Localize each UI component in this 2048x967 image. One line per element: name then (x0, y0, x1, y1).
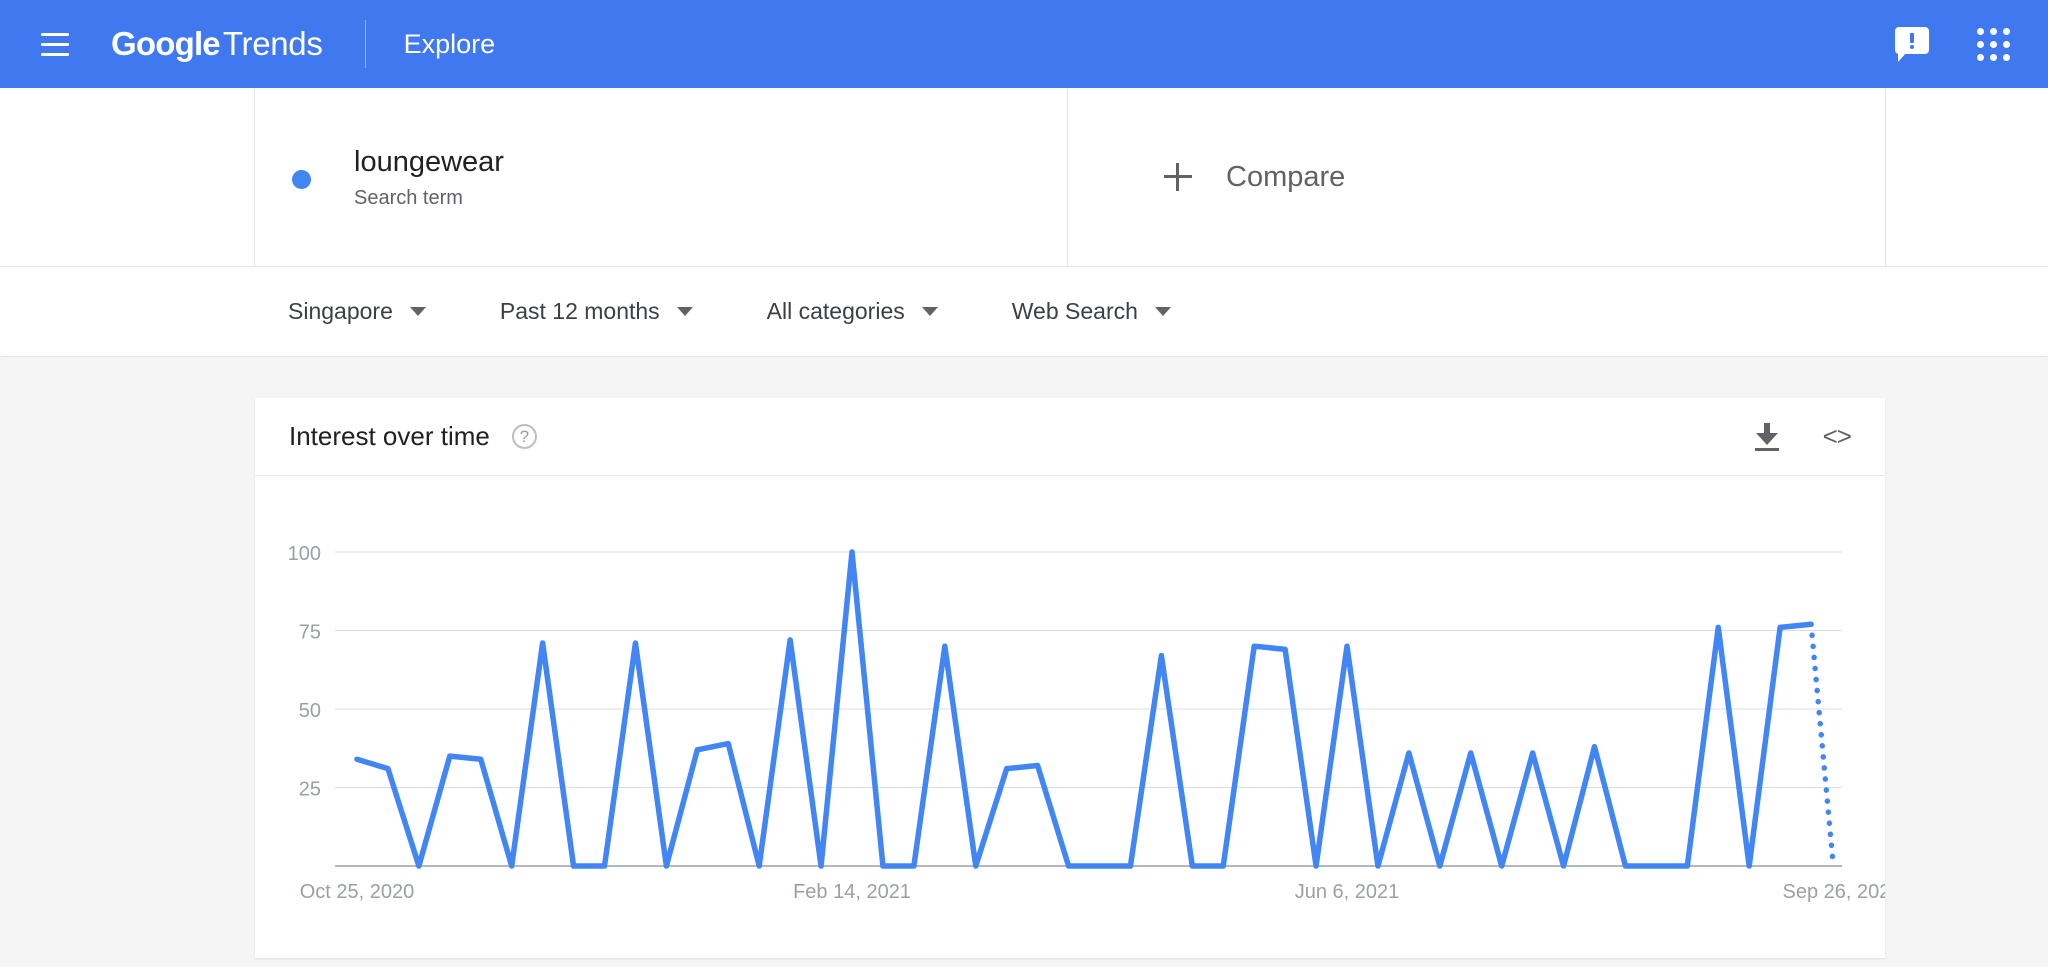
hamburger-menu-icon[interactable] (32, 21, 78, 67)
svg-text:100: 100 (288, 543, 321, 565)
brand-trends-text: Trends (222, 25, 323, 62)
explore-nav-link[interactable]: Explore (404, 29, 496, 60)
search-term-subtitle: Search term (354, 187, 463, 210)
search-terms-row: loungewear Search term Compare (0, 88, 2048, 266)
terms-left-gutter (0, 88, 255, 266)
svg-text:Oct 25, 2020: Oct 25, 2020 (300, 881, 415, 903)
embed-code-icon[interactable]: <> (1823, 421, 1852, 452)
brand-google-text: Google (111, 25, 221, 62)
series-color-dot (292, 169, 311, 189)
search-term-card-0[interactable]: loungewear Search term (255, 88, 1068, 266)
interest-over-time-line-chart[interactable]: 25 50 75 100 Oct 25, 2020 Feb 14, 2021 Jun 6, … (255, 476, 1885, 958)
feedback-icon (1895, 27, 1929, 62)
chart-area: 25 50 75 100 Oct 25, 2020 Feb 14, 2021 Jun 6, … (255, 476, 1885, 958)
filter-location-label: Singapore (288, 298, 393, 324)
filter-search-type-label: Web Search (1011, 298, 1138, 324)
svg-text:Feb 14, 2021: Feb 14, 2021 (793, 881, 911, 903)
filter-time-range[interactable]: Past 12 months (500, 298, 693, 325)
compare-button[interactable]: Compare (1068, 88, 2048, 266)
google-trends-logo[interactable]: Google Trends (111, 25, 323, 63)
interest-over-time-card: Interest over time ? <> 25 50 75 100 Oct 25,… (255, 398, 1885, 958)
appbar-divider (364, 20, 366, 68)
chevron-down-icon (921, 307, 938, 316)
search-term-title: loungewear (354, 145, 504, 178)
top-app-bar: Google Trends Explore (0, 0, 2048, 88)
feedback-button[interactable] (1895, 27, 1929, 62)
terms-row-right-border (1885, 88, 1886, 266)
svg-text:50: 50 (299, 700, 321, 722)
filter-search-type[interactable]: Web Search (1012, 298, 1171, 325)
chevron-down-icon (1154, 307, 1171, 316)
card-header: Interest over time ? <> (255, 398, 1885, 476)
compare-label: Compare (1226, 160, 1346, 193)
filter-location[interactable]: Singapore (288, 298, 426, 325)
appbar-actions (1895, 27, 2010, 62)
svg-text:25: 25 (299, 779, 321, 801)
google-apps-button[interactable] (1977, 27, 2010, 61)
plus-icon (1164, 163, 1192, 191)
card-title: Interest over time (289, 421, 490, 451)
filter-category-label: All categories (766, 298, 905, 324)
svg-text:Sep 26, 2021: Sep 26, 2021 (1783, 881, 1886, 903)
svg-text:Jun 6, 2021: Jun 6, 2021 (1295, 881, 1400, 903)
filter-bar: Singapore Past 12 months All categories … (0, 266, 2048, 356)
card-actions: <> (1754, 421, 1852, 452)
page-body: Interest over time ? <> 25 50 75 100 Oct 25,… (0, 357, 2048, 967)
help-circle-icon[interactable]: ? (511, 424, 537, 449)
chevron-down-icon (409, 307, 426, 316)
search-term-text: loungewear Search term (354, 144, 504, 210)
svg-text:75: 75 (299, 622, 321, 644)
download-icon[interactable] (1754, 422, 1780, 451)
chevron-down-icon (676, 307, 693, 316)
filter-category[interactable]: All categories (767, 298, 938, 325)
filter-time-range-label: Past 12 months (499, 298, 660, 324)
google-apps-grid-icon (1977, 27, 2010, 61)
